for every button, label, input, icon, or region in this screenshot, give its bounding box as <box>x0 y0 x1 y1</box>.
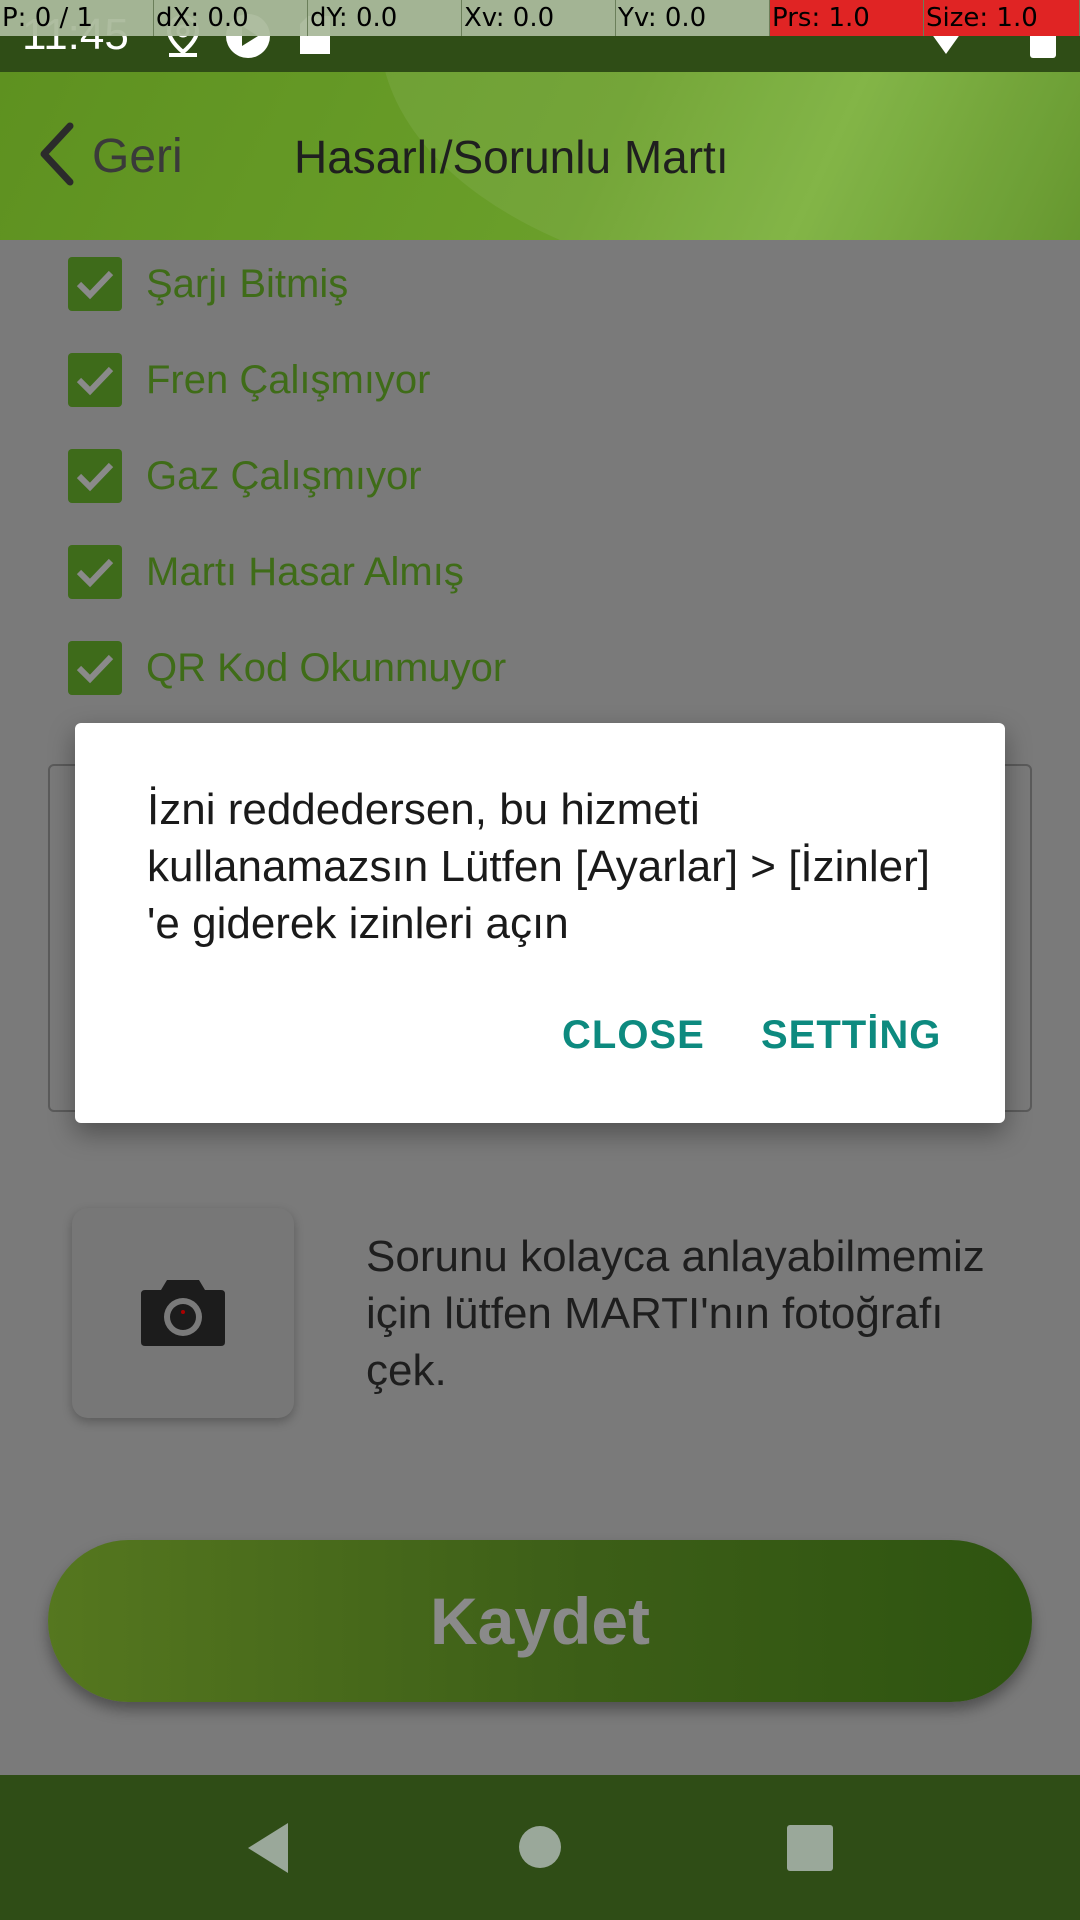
checkbox[interactable] <box>68 545 122 599</box>
checklist-label: Gaz Çalışmıyor <box>146 453 422 498</box>
debug-yv: Yv: 0.0 <box>616 0 770 36</box>
debug-overlay: P: 0 / 1 dX: 0.0 dY: 0.0 Xv: 0.0 Yv: 0.0… <box>0 0 1080 36</box>
checkmark-icon <box>76 558 114 588</box>
checkmark-icon <box>76 654 114 684</box>
checklist-label: QR Kod Okunmuyor <box>146 645 507 690</box>
debug-pressure: Prs: 1.0 <box>770 0 924 36</box>
close-button[interactable]: CLOSE <box>562 1013 705 1058</box>
checkmark-icon <box>76 462 114 492</box>
debug-dy: dY: 0.0 <box>308 0 462 36</box>
checkbox[interactable] <box>68 449 122 503</box>
debug-pointer: P: 0 / 1 <box>0 0 154 36</box>
checkbox[interactable] <box>68 257 122 311</box>
checklist-label: Şarjı Bitmiş <box>146 261 349 306</box>
setting-button[interactable]: SETTİNG <box>761 1013 941 1058</box>
nav-home-icon[interactable] <box>518 1825 562 1874</box>
checkmark-icon <box>76 270 114 300</box>
back-label: Geri <box>92 130 183 183</box>
nav-recents-icon[interactable] <box>787 1825 833 1876</box>
debug-dx: dX: 0.0 <box>154 0 308 36</box>
checklist-label: Fren Çalışmıyor <box>146 357 431 402</box>
dialog-message: İzni reddedersen, bu hizmeti kullanamazs… <box>147 785 931 948</box>
photo-hint: Sorunu kolayca anlayabilmemiz için lütfe… <box>366 1232 985 1395</box>
checklist-item-gaz-calismiyor[interactable]: Gaz Çalışmıyor <box>68 448 422 504</box>
checklist-item-fren-calismiyor[interactable]: Fren Çalışmıyor <box>68 352 431 408</box>
debug-size: Size: 1.0 <box>924 0 1080 36</box>
save-button-label: Kaydet <box>429 1584 651 1658</box>
camera-icon <box>139 1274 227 1353</box>
debug-xv: Xv: 0.0 <box>462 0 616 36</box>
back-button[interactable]: Geri <box>36 122 183 191</box>
checkbox[interactable] <box>68 353 122 407</box>
nav-back-icon[interactable] <box>244 1821 292 1880</box>
navigation-bar <box>0 1775 1080 1920</box>
permission-dialog: İzni reddedersen, bu hizmeti kullanamazs… <box>75 723 1005 1123</box>
camera-button[interactable] <box>72 1208 294 1418</box>
status-bar: 11:45 P: 0 / 1 dX: 0.0 dY: 0.0 Xv: 0.0 Y… <box>0 0 1080 72</box>
checklist-label: Martı Hasar Almış <box>146 549 464 594</box>
checklist-item-marti-hasar-almis[interactable]: Martı Hasar Almış <box>68 544 464 600</box>
checklist-item-qr-kod-okunmuyor[interactable]: QR Kod Okunmuyor <box>68 640 506 696</box>
checkmark-icon <box>76 366 114 396</box>
chevron-left-icon <box>36 122 76 191</box>
save-button[interactable]: Kaydet <box>48 1540 1032 1702</box>
checklist-item-sarji-bitmis[interactable]: Şarjı Bitmiş <box>68 256 348 312</box>
page-title: Hasarlı/Sorunlu Martı <box>294 131 729 183</box>
app-header: Geri Hasarlı/Sorunlu Martı <box>0 72 1080 240</box>
checkbox[interactable] <box>68 641 122 695</box>
